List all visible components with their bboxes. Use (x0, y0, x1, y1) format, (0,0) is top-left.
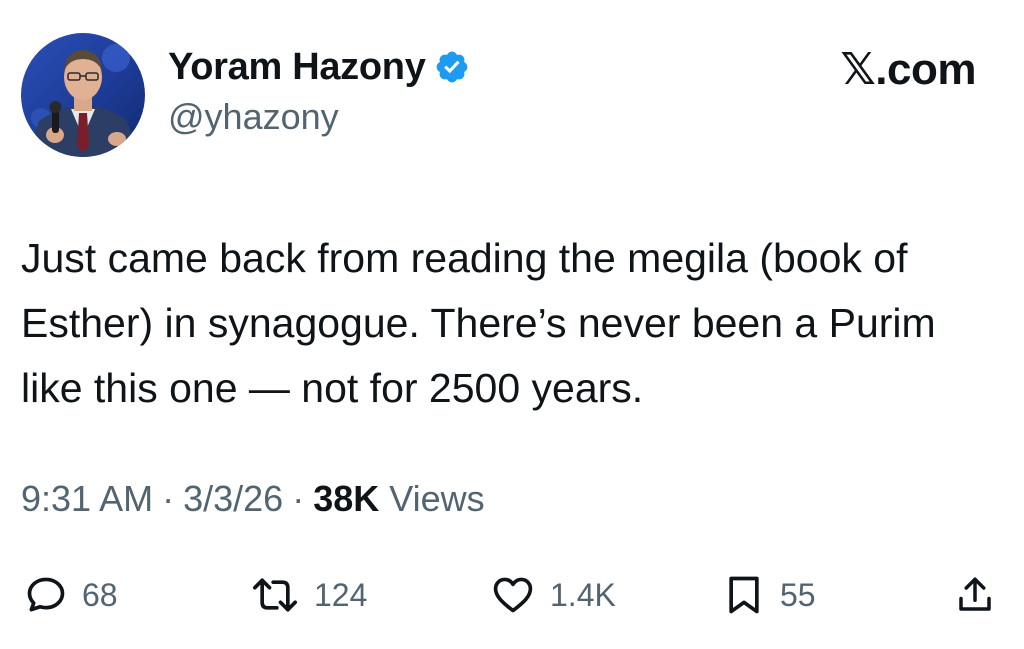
avatar-image (21, 33, 145, 157)
action-bar: 68 124 1.4K 55 (0, 565, 1024, 625)
site-label: 𝕏.com (840, 45, 976, 94)
retweet-button[interactable]: 124 (250, 565, 367, 625)
bookmark-count: 55 (780, 576, 816, 613)
tweet-meta: 9:31 AM · 3/3/26 · 38K Views (21, 478, 485, 520)
tweet-date[interactable]: 3/3/26 (183, 478, 283, 520)
author-handle[interactable]: @yhazony (168, 96, 339, 138)
meta-separator: · (292, 478, 305, 519)
retweet-icon (252, 578, 297, 612)
verified-badge-icon[interactable] (434, 49, 470, 85)
views-label: Views (389, 478, 485, 519)
tweet-text: Just came back from reading the megila (… (21, 235, 936, 411)
share-icon (959, 577, 991, 611)
author-display-name[interactable]: Yoram Hazony (168, 46, 426, 89)
author-name-row: Yoram Hazony (168, 42, 470, 92)
share-button[interactable] (954, 565, 996, 625)
reply-button[interactable]: 68 (24, 565, 118, 625)
avatar[interactable] (21, 33, 145, 157)
bookmark-icon (729, 576, 759, 614)
reply-count: 68 (82, 576, 118, 613)
heart-icon (493, 577, 533, 613)
bookmark-button[interactable]: 55 (722, 565, 816, 625)
retweet-count: 124 (314, 576, 368, 613)
tweet-time[interactable]: 9:31 AM (21, 478, 153, 520)
views-count: 38K (313, 478, 380, 519)
like-button[interactable]: 1.4K (490, 565, 616, 625)
meta-separator: · (162, 478, 175, 519)
like-count: 1.4K (550, 576, 616, 613)
reply-icon (27, 577, 65, 612)
